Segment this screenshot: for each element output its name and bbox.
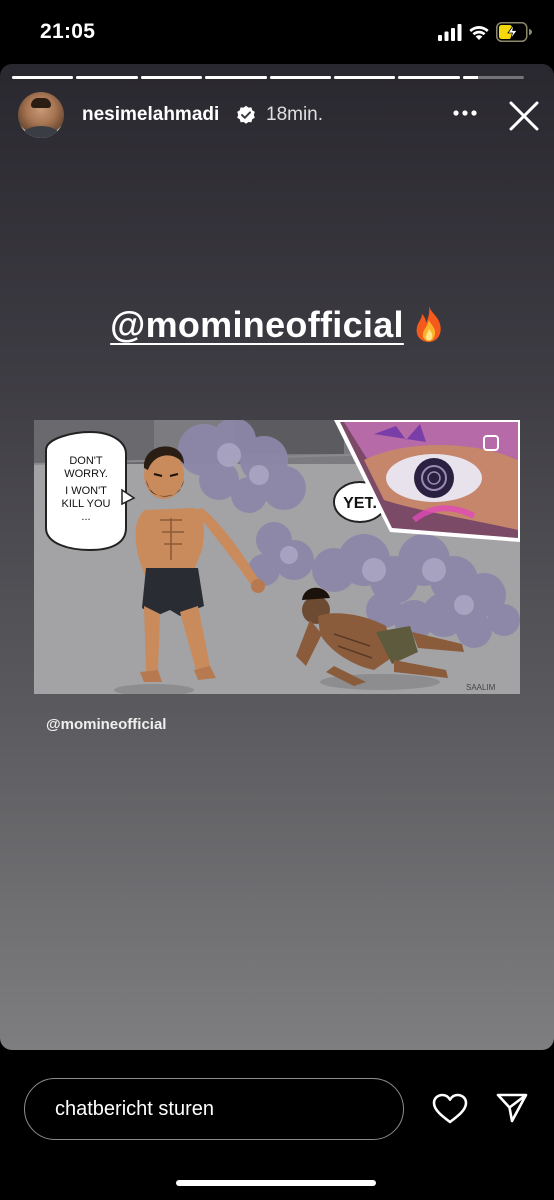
progress-segment: [205, 76, 267, 79]
more-horizontal-icon[interactable]: [452, 107, 478, 119]
story-progress-bar: [12, 76, 524, 79]
progress-segment: [12, 76, 74, 79]
avatar[interactable]: [18, 92, 64, 138]
send-icon[interactable]: [496, 1092, 528, 1124]
progress-segment: [462, 76, 524, 79]
progress-segment: [269, 76, 331, 79]
shared-post-image[interactable]: DON'T WORRY. I WON'T KILL YOU... YET. SAALI…: [34, 420, 520, 694]
post-caption[interactable]: @momineofficial: [46, 716, 166, 733]
speech-bubble-line: I WON'T: [65, 485, 107, 497]
mention-sticker[interactable]: @momineofficial: [0, 304, 554, 346]
progress-segment: [76, 76, 138, 79]
message-input[interactable]: chatbericht sturen: [24, 1078, 404, 1140]
post-time: 18min.: [266, 104, 324, 125]
progress-segment: [140, 76, 203, 79]
heart-icon[interactable]: [432, 1093, 468, 1125]
cellular-signal-icon: [438, 24, 462, 41]
status-bar: 21:05: [0, 0, 554, 64]
speech-bubble-line: DON'T: [69, 455, 103, 467]
fire-emoji-icon: [416, 306, 441, 342]
username[interactable]: nesimelahmadi: [82, 104, 219, 126]
home-indicator: [176, 1180, 376, 1186]
speech-bubble-line: WORRY.: [64, 468, 108, 480]
speech-bubble-line: KILL YOU: [62, 498, 111, 510]
battery-charging-icon: [496, 22, 532, 42]
story-viewer[interactable]: nesimelahmadi 18min. @momineofficial DON…: [0, 64, 554, 1050]
progress-segment: [398, 76, 460, 79]
verified-badge-icon: [237, 105, 255, 124]
mention-text[interactable]: @momineofficial: [110, 304, 404, 345]
status-time: 21:05: [40, 20, 96, 43]
comic-illustration: DON'T WORRY. I WON'T KILL YOU... YET. SAALI…: [34, 420, 520, 694]
message-placeholder[interactable]: chatbericht sturen: [55, 1098, 214, 1121]
artist-signature: SAALIM: [466, 683, 496, 692]
wifi-icon: [469, 26, 489, 40]
close-icon[interactable]: [508, 100, 540, 132]
speech-bubble-right: YET.: [343, 495, 377, 512]
progress-segment: [333, 76, 396, 79]
speech-bubble-line: ...: [81, 511, 90, 523]
